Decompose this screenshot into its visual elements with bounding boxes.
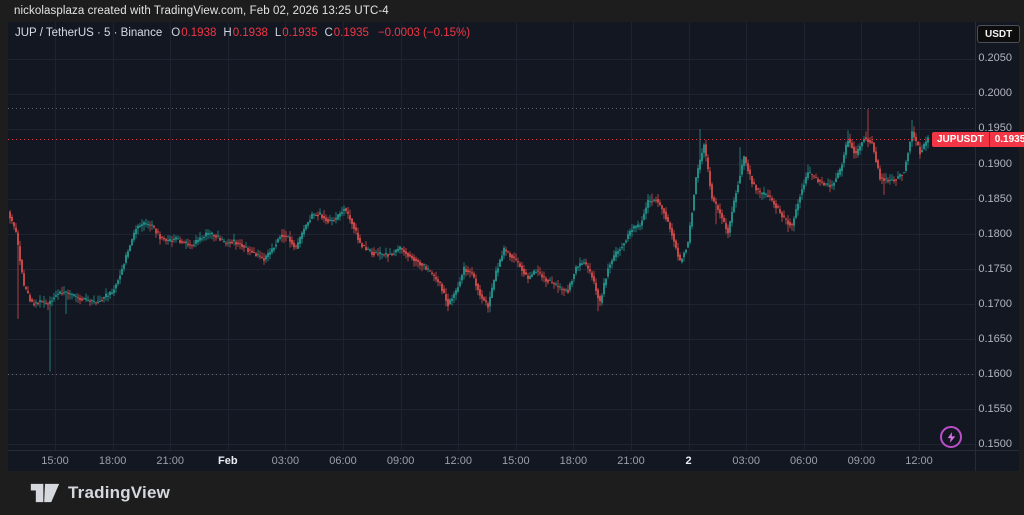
last-price-label: JUPUSDT 0.1935 [932, 132, 1024, 147]
price-tick-label: 0.1900 [976, 158, 1012, 170]
price-tick-label: 0.2050 [976, 52, 1012, 64]
price-tick-label: 0.1700 [976, 298, 1012, 310]
chart-legend: JUP / TetherUS · 5 · Binance O0.1938 H0.1… [15, 27, 470, 39]
ohlc-field: O0.1938 [171, 27, 216, 39]
tradingview-wordmark: TradingView [68, 483, 170, 503]
attribution-bar: nickolasplaza created with TradingView.c… [0, 0, 1024, 22]
time-tick-label: 09:00 [848, 455, 876, 467]
price-tick-label: 0.1650 [976, 333, 1012, 345]
price-tick-label: 0.1750 [976, 263, 1012, 275]
currency-toggle-button[interactable]: USDT [977, 25, 1020, 43]
time-tick-label: 12:00 [444, 455, 472, 467]
price-tick-label: 0.1600 [976, 368, 1012, 380]
symbol-title[interactable]: JUP / TetherUS · 5 · Binance [15, 27, 162, 39]
price-tick-label: 0.1550 [976, 403, 1012, 415]
time-tick-label: 21:00 [617, 455, 645, 467]
time-axis[interactable]: 15:00 18:00 21:00 Feb 03:00 06:00 09:00 12:00 15… [8, 451, 1019, 471]
footer-bar: TradingView [0, 471, 1024, 515]
price-axis[interactable]: 0.20500.20000.19500.19000.18500.18000.17… [976, 22, 1019, 450]
ohlc-values: O0.1938 H0.1938 L0.1935 C0.1935 [171, 27, 369, 39]
tradingview-logo[interactable]: TradingView [30, 482, 170, 504]
price-lines-layer [8, 109, 975, 375]
time-tick-label: 06:00 [329, 455, 357, 467]
ohlc-field: C0.1935 [324, 27, 369, 39]
time-tick-label: 03:00 [732, 455, 760, 467]
last-price-value: 0.1935 [989, 132, 1024, 147]
quick-action-button[interactable] [940, 426, 962, 448]
chart-container: JUP / TetherUS · 5 · Binance O0.1938 H0.1… [8, 22, 1019, 471]
time-tick-label: 09:00 [387, 455, 415, 467]
price-tick-label: 0.1500 [976, 438, 1012, 450]
tradingview-snapshot: nickolasplaza created with TradingView.c… [0, 0, 1024, 515]
last-price-symbol: JUPUSDT [932, 132, 989, 147]
time-tick-label: 21:00 [156, 455, 184, 467]
candlestick-chart[interactable] [8, 22, 1019, 450]
attribution-text: nickolasplaza created with TradingView.c… [14, 5, 389, 17]
time-tick-label: 12:00 [905, 455, 933, 467]
change-value: −0.0003 (−0.15%) [378, 27, 470, 39]
grid-layer [8, 22, 975, 450]
time-tick-label: 06:00 [790, 455, 818, 467]
time-tick-label: 15:00 [41, 455, 69, 467]
ohlc-field: H0.1938 [223, 27, 268, 39]
price-tick-label: 0.1850 [976, 193, 1012, 205]
price-tick-label: 0.1800 [976, 228, 1012, 240]
time-tick-label: 2 [686, 455, 692, 467]
lightning-bolt-icon [945, 431, 958, 444]
ohlc-field: L0.1935 [275, 27, 318, 39]
time-tick-label: 15:00 [502, 455, 530, 467]
price-tick-label: 0.2000 [976, 87, 1012, 99]
time-tick-label: 18:00 [560, 455, 588, 467]
time-tick-label: Feb [218, 455, 238, 467]
candles-layer [9, 109, 929, 371]
time-tick-label: 03:00 [272, 455, 300, 467]
time-tick-label: 18:00 [99, 455, 127, 467]
tradingview-logo-icon [30, 482, 60, 504]
